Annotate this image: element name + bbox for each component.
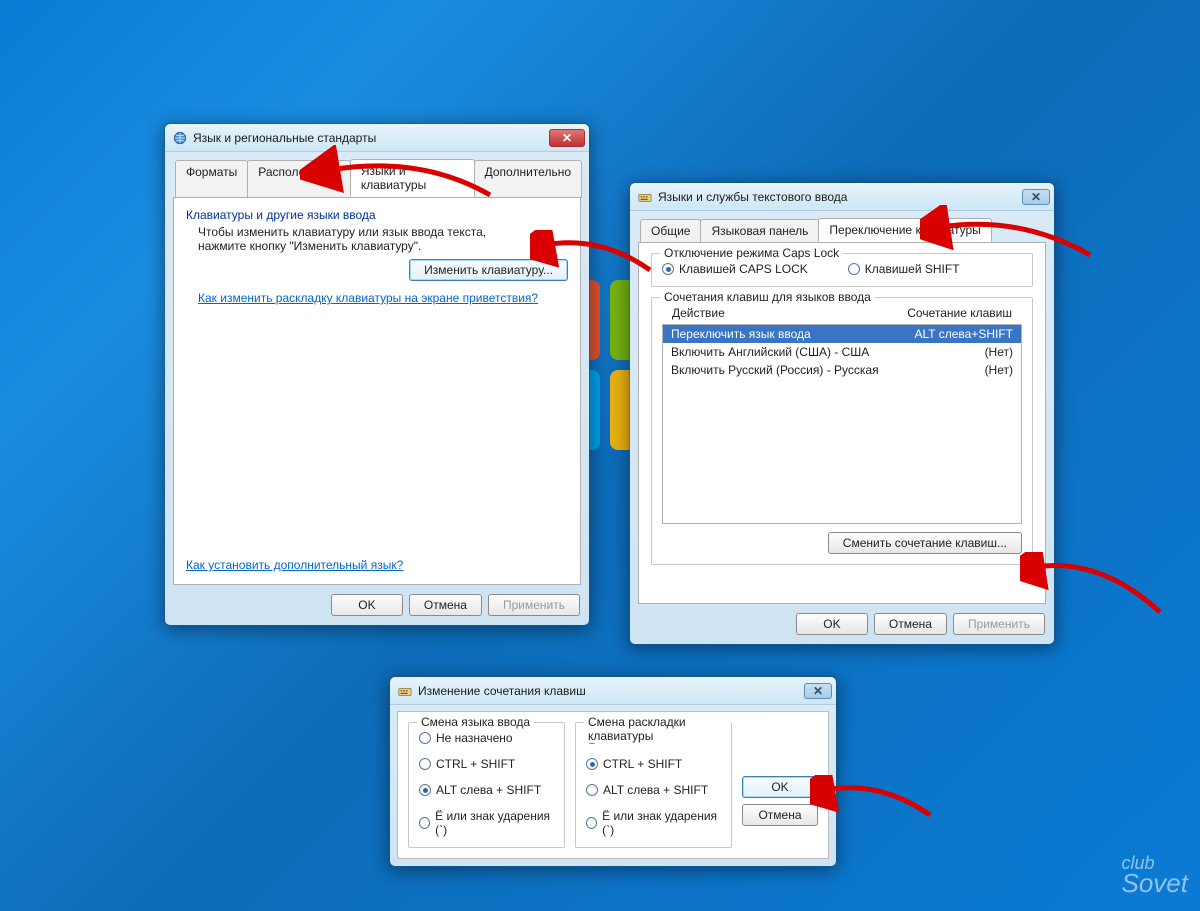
link-install-language[interactable]: Как установить дополнительный язык? [186, 558, 403, 572]
radio-none-left[interactable]: Не назначено [419, 731, 554, 745]
change-hotkey-button[interactable]: Сменить сочетание клавиш... [828, 532, 1022, 554]
radio-shift[interactable]: Клавишей SHIFT [848, 262, 960, 276]
ok-button[interactable]: OK [331, 594, 403, 616]
row-action: Переключить язык ввода [671, 327, 811, 341]
capslock-group: Отключение режима Caps Lock Клавишей CAP… [651, 253, 1033, 287]
keyboard-icon [638, 190, 652, 204]
radio-icon [848, 263, 860, 275]
titlebar[interactable]: Языки и службы текстового ввода ✕ [630, 183, 1054, 211]
right-legend: Смена раскладки клавиатуры [584, 715, 731, 743]
tab-strip: Форматы Расположение Языки и клавиатуры … [173, 159, 581, 197]
ok-button[interactable]: OK [742, 776, 818, 798]
radio-label: Клавишей SHIFT [865, 262, 960, 276]
close-button[interactable]: ✕ [804, 683, 832, 699]
link-welcome-layout[interactable]: Как изменить раскладку клавиатуры на экр… [198, 291, 538, 305]
tab-strip: Общие Языковая панель Переключение клави… [638, 218, 1046, 242]
tab-advanced[interactable]: Дополнительно [474, 160, 582, 198]
titlebar[interactable]: Язык и региональные стандарты ✕ [165, 124, 589, 152]
col-action: Действие [672, 306, 725, 320]
radio-alt-shift-left[interactable]: ALT слева + SHIFT [419, 783, 554, 797]
titlebar[interactable]: Изменение сочетания клавиш ✕ [390, 677, 836, 705]
radio-grave-left[interactable]: Ё или знак ударения (`) [419, 809, 554, 837]
cancel-button[interactable]: Отмена [742, 804, 818, 826]
radio-ctrl-shift-right[interactable]: CTRL + SHIFT [586, 757, 721, 771]
radio-icon [662, 263, 674, 275]
window-title: Изменение сочетания клавиш [418, 684, 798, 698]
radio-alt-shift-right[interactable]: ALT слева + SHIFT [586, 783, 721, 797]
radio-icon [419, 758, 431, 770]
radio-icon [586, 817, 597, 829]
radio-label: Ё или знак ударения (`) [602, 809, 721, 837]
radio-label: Не назначено [436, 731, 513, 745]
tab-location[interactable]: Расположение [247, 160, 351, 198]
watermark: club Sovet [1122, 853, 1189, 899]
col-combo: Сочетание клавиш [907, 306, 1012, 320]
close-button[interactable]: ✕ [1022, 189, 1050, 205]
capslock-legend: Отключение режима Caps Lock [660, 246, 843, 260]
tab-keyboards[interactable]: Языки и клавиатуры [350, 159, 475, 197]
radio-ctrl-shift-left[interactable]: CTRL + SHIFT [419, 757, 554, 771]
radio-icon [419, 817, 430, 829]
row-action: Включить Русский (Россия) - Русская [671, 363, 879, 377]
row-combo: ALT слева+SHIFT [915, 327, 1014, 341]
window-title: Языки и службы текстового ввода [658, 190, 1016, 204]
radio-label: CTRL + SHIFT [603, 757, 682, 771]
radio-label: CTRL + SHIFT [436, 757, 515, 771]
left-legend: Смена языка ввода [417, 715, 534, 729]
cancel-button[interactable]: Отмена [874, 613, 947, 635]
hotkey-listbox[interactable]: Переключить язык ввода ALT слева+SHIFT В… [662, 324, 1022, 524]
left-group: Смена языка ввода Не назначено CTRL + SH… [408, 722, 565, 848]
change-keyboard-button[interactable]: Изменить клавиатуру... [409, 259, 568, 281]
right-group: Смена раскладки клавиатуры Не назначено … [575, 722, 732, 848]
row-combo: (Нет) [985, 345, 1013, 359]
hotkeys-legend: Сочетания клавиш для языков ввода [660, 290, 875, 304]
radio-label: Клавишей CAPS LOCK [679, 262, 808, 276]
radio-label: Ё или знак ударения (`) [435, 809, 554, 837]
dialog-text-services: Языки и службы текстового ввода ✕ Общие … [629, 182, 1055, 645]
radio-icon [586, 758, 598, 770]
ok-button[interactable]: OK [796, 613, 868, 635]
group-heading: Клавиатуры и другие языки ввода [186, 208, 568, 222]
tab-language-bar[interactable]: Языковая панель [700, 219, 819, 243]
close-button[interactable]: ✕ [549, 129, 585, 147]
radio-grave-right[interactable]: Ё или знак ударения (`) [586, 809, 721, 837]
row-combo: (Нет) [985, 363, 1013, 377]
radio-caps-lock[interactable]: Клавишей CAPS LOCK [662, 262, 808, 276]
hotkeys-group: Сочетания клавиш для языков ввода Действ… [651, 297, 1033, 565]
row-action: Включить Английский (США) - США [671, 345, 869, 359]
tab-formats[interactable]: Форматы [175, 160, 248, 198]
radio-label: ALT слева + SHIFT [436, 783, 541, 797]
dialog-region-language: Язык и региональные стандарты ✕ Форматы … [164, 123, 590, 626]
radio-label: ALT слева + SHIFT [603, 783, 708, 797]
dialog-change-hotkey: Изменение сочетания клавиш ✕ Смена языка… [389, 676, 837, 867]
apply-button[interactable]: Применить [488, 594, 580, 616]
apply-button[interactable]: Применить [953, 613, 1045, 635]
tab-general[interactable]: Общие [640, 219, 701, 243]
list-item[interactable]: Включить Русский (Россия) - Русская (Нет… [663, 361, 1021, 379]
keyboard-icon [398, 684, 412, 698]
window-title: Язык и региональные стандарты [193, 131, 543, 145]
list-item[interactable]: Переключить язык ввода ALT слева+SHIFT [663, 325, 1021, 343]
radio-icon [419, 732, 431, 744]
globe-icon [173, 131, 187, 145]
radio-icon [586, 784, 598, 796]
tab-switching[interactable]: Переключение клавиатуры [818, 218, 991, 242]
cancel-button[interactable]: Отмена [409, 594, 482, 616]
description-text: Чтобы изменить клавиатуру или язык ввода… [198, 225, 498, 253]
list-item[interactable]: Включить Английский (США) - США (Нет) [663, 343, 1021, 361]
radio-icon [419, 784, 431, 796]
